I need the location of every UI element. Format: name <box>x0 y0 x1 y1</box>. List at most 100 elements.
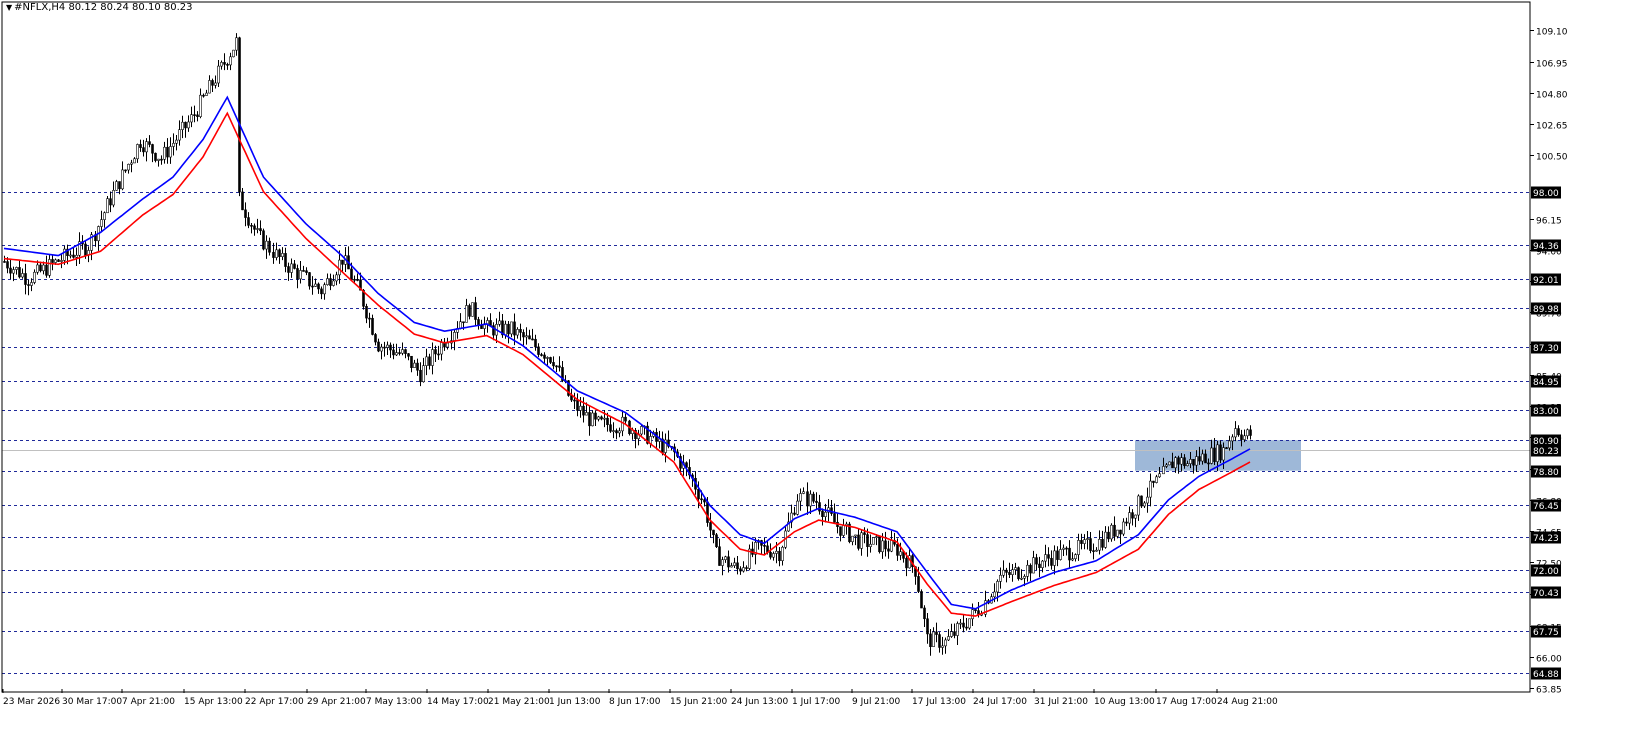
candle-body <box>932 631 935 647</box>
candle-body <box>591 412 594 427</box>
candle-body <box>615 430 618 434</box>
price-level-tag-label: 78.80 <box>1533 468 1559 478</box>
candle-body <box>712 529 715 536</box>
candle-body <box>962 622 965 628</box>
candle-body <box>323 284 326 295</box>
current-price-tag-label: 80.23 <box>1533 447 1559 457</box>
candle-body <box>594 412 597 420</box>
chart-area[interactable]: 109.10 106.95 104.80 102.65 100.50 96.15 94.00… <box>0 0 1652 748</box>
candle-body <box>549 357 552 363</box>
candle-body <box>404 349 407 354</box>
candle-body <box>332 280 335 286</box>
candle-body <box>39 264 42 272</box>
candle-body <box>1110 524 1113 540</box>
candle-body <box>935 631 938 635</box>
x-tick-label: 29 Apr 21:00 <box>307 697 366 707</box>
candle-body <box>15 267 18 270</box>
candle-body <box>121 169 124 190</box>
candle-body <box>974 609 977 611</box>
symbol-label: #NFLX,H4 <box>14 2 66 13</box>
candle-body <box>103 212 106 220</box>
candle-body <box>205 92 208 96</box>
candle-body <box>802 491 805 494</box>
candle-body <box>229 56 232 66</box>
x-tick-label: 17 Aug 17:00 <box>1156 697 1217 707</box>
candle-body <box>926 618 929 635</box>
x-tick-label: 30 Mar 17:00 <box>62 697 122 707</box>
x-tick-label: 1 Jun 13:00 <box>549 697 601 707</box>
candle-body <box>471 302 474 317</box>
candle-body <box>968 618 971 629</box>
candle-body <box>1038 563 1041 568</box>
candle-body <box>193 114 196 116</box>
candle-body <box>69 254 72 257</box>
candle-body <box>700 498 703 501</box>
y-tick-label: 102.65 <box>1536 122 1568 132</box>
candle-body <box>1180 457 1183 465</box>
candle-body <box>588 412 591 427</box>
candle-body <box>965 626 968 629</box>
candle-body <box>1062 547 1065 550</box>
candle-body <box>220 62 223 67</box>
candle-body <box>223 62 226 65</box>
price-level-tag-label: 84.95 <box>1533 378 1559 388</box>
candle-body <box>1104 531 1107 548</box>
candle-body <box>1050 557 1053 566</box>
candle-body <box>1171 461 1174 469</box>
candle-body <box>148 141 151 145</box>
candle-body <box>48 259 51 276</box>
x-tick-label: 17 Jul 13:00 <box>912 697 966 707</box>
candle-body <box>618 430 621 434</box>
candle-body <box>12 269 15 274</box>
candle-body <box>1002 569 1005 576</box>
candle-body <box>335 274 338 282</box>
price-level-tag-label: 67.75 <box>1533 628 1559 638</box>
candle-body <box>27 284 30 286</box>
candle-body <box>437 353 440 356</box>
candle-body <box>383 346 386 349</box>
candle-body <box>84 243 87 256</box>
candle-body <box>851 535 854 543</box>
candle-body <box>474 302 477 320</box>
candle-body <box>812 493 815 502</box>
candle-body <box>950 631 953 637</box>
candle-body <box>422 365 425 383</box>
candle-body <box>293 263 296 269</box>
candle-body <box>1074 554 1077 560</box>
candle-body <box>818 502 821 512</box>
candle-body <box>1186 463 1189 467</box>
candle-body <box>160 158 163 161</box>
candle-body <box>947 636 950 641</box>
price-chart[interactable]: 109.10106.95104.80102.65100.5096.1594.00… <box>0 0 1652 748</box>
candle-body <box>1077 540 1080 555</box>
candle-body <box>250 225 253 227</box>
x-tick-label: 9 Jul 21:00 <box>852 697 901 707</box>
x-tick-label: 22 Apr 17:00 <box>245 697 304 707</box>
candle-body <box>30 282 33 286</box>
candle-body <box>1219 444 1222 461</box>
candle-body <box>621 416 624 432</box>
candle-body <box>175 139 178 144</box>
x-tick-label: 31 Jul 21:00 <box>1034 697 1088 707</box>
candle-body <box>999 574 1002 582</box>
candle-body <box>971 609 974 620</box>
candle-body <box>498 320 501 325</box>
candle-body <box>145 141 148 153</box>
candle-body <box>763 545 766 547</box>
candle-body <box>187 121 190 129</box>
candle-body <box>290 263 293 273</box>
candle-body <box>1243 435 1246 440</box>
candle-body <box>715 534 718 548</box>
candle-body <box>440 342 443 355</box>
x-tick-label: 10 Aug 13:00 <box>1094 697 1155 707</box>
candle-body <box>896 543 899 556</box>
candle-body <box>1146 496 1149 504</box>
candle-body <box>268 240 271 253</box>
candle-body <box>133 158 136 164</box>
candle-body <box>326 278 329 286</box>
candle-body <box>166 146 169 158</box>
candle-body <box>1152 480 1155 483</box>
candle-body <box>1201 453 1204 462</box>
candle-body <box>106 198 109 214</box>
candle-body <box>775 550 778 554</box>
